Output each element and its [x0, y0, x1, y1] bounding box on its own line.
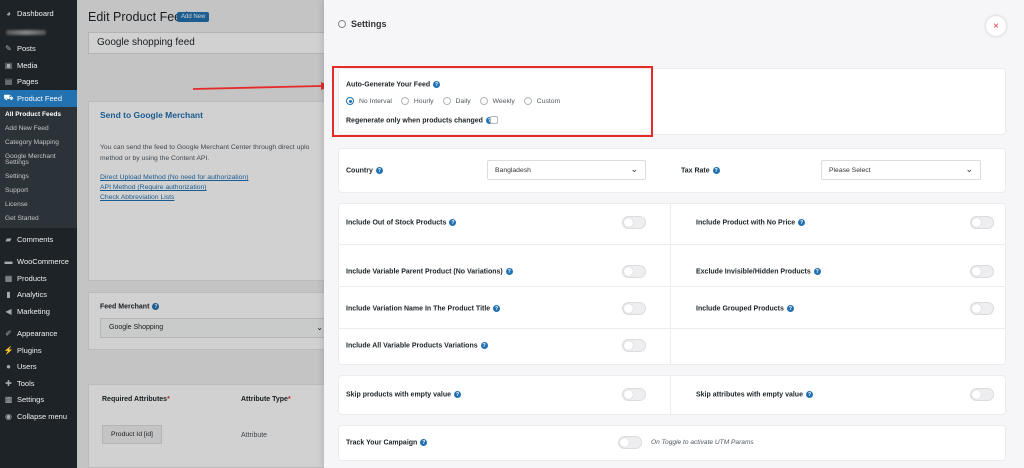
- column-divider: [670, 203, 671, 365]
- submenu-settings[interactable]: Settings: [0, 171, 77, 185]
- column-divider: [670, 375, 671, 415]
- toggle-track-campaign[interactable]: [618, 436, 642, 449]
- tax-rate-label: Tax Rate?: [681, 167, 720, 175]
- toggle-grouped-products[interactable]: [970, 302, 994, 315]
- option-variable-parent-label: Include Variable Parent Product (No Vari…: [346, 268, 513, 276]
- analytics-icon: ▮: [6, 290, 11, 300]
- toggle-exclude-hidden[interactable]: [970, 265, 994, 278]
- menu-comments[interactable]: ▰ Comments: [0, 231, 77, 248]
- help-icon[interactable]: ?: [493, 305, 501, 312]
- help-icon[interactable]: ?: [712, 167, 720, 174]
- wrench-icon: ✚: [5, 378, 12, 388]
- option-no-price-label: Include Product with No Price?: [696, 219, 806, 227]
- submenu-all-product-feeds[interactable]: All Product Feeds: [0, 109, 77, 123]
- row-divider: [338, 244, 1006, 245]
- cart-icon: ⛟: [3, 93, 14, 103]
- skip-products-label: Skip products with empty value?: [346, 391, 462, 399]
- pages-icon: ▤: [4, 77, 13, 87]
- menu-users[interactable]: ● Users: [0, 359, 77, 376]
- row-divider: [338, 328, 1006, 329]
- submenu-license[interactable]: License: [0, 198, 77, 212]
- toggle-variation-name[interactable]: [622, 302, 646, 315]
- menu-tools[interactable]: ✚ Tools: [0, 375, 77, 392]
- help-icon[interactable]: ?: [454, 391, 462, 398]
- country-label: Country?: [346, 167, 383, 175]
- admin-sidebar: ◕ Dashboard ✎ Posts ▣ Media ▤ Pages ⛟ Product…: [0, 0, 77, 468]
- menu-woocommerce[interactable]: ▬ WooCommerce: [0, 254, 77, 271]
- user-icon: ●: [6, 362, 11, 372]
- gear-icon: [338, 20, 346, 28]
- track-campaign-label: Track Your Campaign?: [346, 439, 428, 447]
- menu-marketing[interactable]: ◀ Marketing: [0, 303, 77, 320]
- megaphone-icon: ◀: [5, 306, 12, 316]
- menu-dashboard[interactable]: ◕ Dashboard: [0, 5, 77, 22]
- close-button[interactable]: ×: [986, 16, 1006, 36]
- help-icon[interactable]: ?: [786, 305, 794, 312]
- help-icon[interactable]: ?: [449, 219, 457, 226]
- drawer-header: Settings: [338, 19, 387, 29]
- submenu-add-new-feed[interactable]: Add New Feed: [0, 122, 77, 136]
- toggle-skip-products[interactable]: [622, 388, 646, 401]
- submenu-support[interactable]: Support: [0, 185, 77, 199]
- collapse-icon: ◉: [5, 411, 12, 421]
- menu-settings[interactable]: ▩ Settings: [0, 392, 77, 409]
- toggle-out-of-stock[interactable]: [622, 216, 646, 229]
- help-icon[interactable]: ?: [505, 268, 513, 275]
- toggle-no-price[interactable]: [970, 216, 994, 229]
- modal-overlay[interactable]: [77, 0, 324, 468]
- media-icon: ▣: [4, 60, 13, 70]
- menu-plugins[interactable]: ⚡ Plugins: [0, 342, 77, 359]
- pin-icon: ✎: [5, 44, 12, 54]
- help-icon[interactable]: ?: [480, 342, 488, 349]
- menu-appearance[interactable]: ✐ Appearance: [0, 326, 77, 343]
- blurred-menu-item: [6, 29, 46, 35]
- annotation-arrow-icon: [193, 82, 331, 90]
- row-divider: [338, 286, 1006, 287]
- option-exclude-hidden-label: Exclude Invisible/Hidden Products?: [696, 268, 821, 276]
- option-out-of-stock-label: Include Out of Stock Products?: [346, 219, 457, 227]
- toggle-skip-attributes[interactable]: [970, 388, 994, 401]
- help-icon[interactable]: ?: [420, 439, 428, 446]
- menu-collapse[interactable]: ◉ Collapse menu: [0, 408, 77, 425]
- chevron-down-icon: ⌄: [965, 164, 973, 174]
- highlight-box: [332, 66, 653, 137]
- menu-media[interactable]: ▣ Media: [0, 57, 77, 74]
- menu-pages[interactable]: ▤ Pages: [0, 74, 77, 91]
- option-all-variations-label: Include All Variable Products Variations…: [346, 342, 488, 350]
- submenu-get-started[interactable]: Get Started: [0, 212, 77, 226]
- menu-posts[interactable]: ✎ Posts: [0, 41, 77, 58]
- help-icon[interactable]: ?: [375, 167, 383, 174]
- menu-products[interactable]: ▦ Products: [0, 270, 77, 287]
- toggle-all-variations[interactable]: [622, 339, 646, 352]
- help-icon[interactable]: ?: [805, 391, 813, 398]
- option-grouped-products-label: Include Grouped Products?: [696, 305, 794, 313]
- product-options-panel: [338, 203, 1006, 365]
- option-variation-name-label: Include Variation Name In The Product Ti…: [346, 305, 501, 313]
- dashboard-icon: ◕: [6, 8, 11, 18]
- help-icon[interactable]: ?: [798, 219, 806, 226]
- products-icon: ▦: [4, 273, 13, 283]
- menu-analytics[interactable]: ▮ Analytics: [0, 287, 77, 304]
- toggle-variable-parent[interactable]: [622, 265, 646, 278]
- woocommerce-icon: ▬: [4, 257, 13, 267]
- submenu-google-merchant-settings[interactable]: Google Merchant Settings: [0, 150, 77, 171]
- settings-icon: ▩: [4, 395, 13, 405]
- skip-attributes-label: Skip attributes with empty value?: [696, 391, 813, 399]
- chevron-down-icon: ⌄: [630, 164, 638, 174]
- plugin-icon: ⚡: [3, 345, 14, 355]
- comments-icon: ▰: [5, 234, 12, 244]
- utm-hint-text: On Toggle to activate UTM Params: [651, 439, 754, 446]
- product-feed-submenu: All Product Feeds Add New Feed Category …: [0, 106, 77, 229]
- brush-icon: ✐: [5, 329, 12, 339]
- menu-product-feed[interactable]: ⛟ Product Feed: [0, 90, 77, 107]
- help-icon[interactable]: ?: [813, 268, 821, 275]
- submenu-category-mapping[interactable]: Category Mapping: [0, 136, 77, 150]
- tax-rate-select[interactable]: Please Select ⌄: [821, 160, 981, 180]
- country-select[interactable]: Bangladesh ⌄: [487, 160, 646, 180]
